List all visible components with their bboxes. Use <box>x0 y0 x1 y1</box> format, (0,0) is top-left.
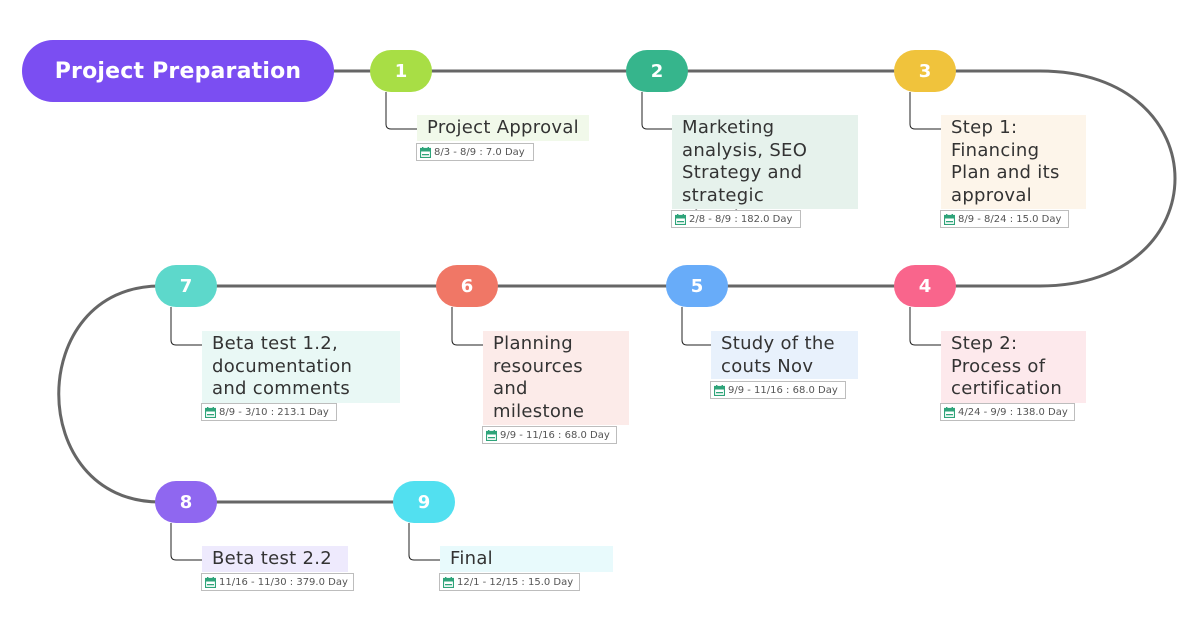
step-dates-2: 2/8 - 8/9 : 182.0 Day <box>671 210 801 228</box>
calendar-icon <box>944 406 955 418</box>
step-label-4[interactable]: Step 2: Process of certification <box>941 331 1086 403</box>
step-number: 8 <box>179 491 193 513</box>
step-node-5[interactable]: 5 <box>666 265 728 307</box>
calendar-icon <box>205 406 216 418</box>
timeline-curve-left <box>57 284 161 504</box>
step-connector-7 <box>170 307 202 346</box>
step-number: 6 <box>460 275 474 297</box>
date-range: 8/9 - 8/24 : 15.0 Day <box>958 213 1062 225</box>
calendar-icon <box>443 576 454 588</box>
step-node-1[interactable]: 1 <box>370 50 432 92</box>
step-connector-9 <box>408 523 440 561</box>
step-label-6[interactable]: Planning resources and milestone <box>483 331 629 425</box>
step-number: 5 <box>690 275 704 297</box>
step-label-8[interactable]: Beta test 2.2 <box>202 546 348 572</box>
calendar-icon <box>205 576 216 588</box>
step-label-1[interactable]: Project Approval <box>417 115 589 141</box>
step-connector-1 <box>385 92 417 130</box>
step-connector-6 <box>451 307 483 346</box>
step-connector-4 <box>909 307 941 346</box>
step-label-9[interactable]: Final adjustment <box>440 546 613 592</box>
calendar-icon <box>420 146 431 158</box>
date-range: 11/16 - 11/30 : 379.0 Day <box>219 576 348 588</box>
date-range: 2/8 - 8/9 : 182.0 Day <box>689 213 793 225</box>
step-node-8[interactable]: 8 <box>155 481 217 523</box>
step-dates-9: 12/1 - 12/15 : 15.0 Day <box>439 573 580 591</box>
date-range: 9/9 - 11/16 : 68.0 Day <box>728 384 838 396</box>
step-dates-7: 8/9 - 3/10 : 213.1 Day <box>201 403 337 421</box>
timeline-diagram: Project Preparation 1 Project Approval 8… <box>0 0 1200 630</box>
date-range: 9/9 - 11/16 : 68.0 Day <box>500 429 610 441</box>
step-number: 9 <box>417 491 431 513</box>
date-range: 4/24 - 9/9 : 138.0 Day <box>958 406 1068 418</box>
step-node-3[interactable]: 3 <box>894 50 956 92</box>
root-topic[interactable]: Project Preparation <box>22 40 334 102</box>
step-dates-1: 8/3 - 8/9 : 7.0 Day <box>416 143 534 161</box>
step-node-2[interactable]: 2 <box>626 50 688 92</box>
step-number: 2 <box>650 60 664 82</box>
step-connector-3 <box>909 92 941 130</box>
calendar-icon <box>486 429 497 441</box>
date-range: 12/1 - 12/15 : 15.0 Day <box>457 576 574 588</box>
calendar-icon <box>675 213 686 225</box>
step-dates-5: 9/9 - 11/16 : 68.0 Day <box>710 381 846 399</box>
step-label-2[interactable]: Marketing analysis, SEO Strategy and str… <box>672 115 858 228</box>
step-connector-5 <box>681 307 711 346</box>
step-dates-6: 9/9 - 11/16 : 68.0 Day <box>482 426 617 444</box>
step-dates-4: 4/24 - 9/9 : 138.0 Day <box>940 403 1075 421</box>
calendar-icon <box>714 384 725 396</box>
step-label-3[interactable]: Step 1: Financing Plan and its approval <box>941 115 1086 209</box>
step-number: 7 <box>179 275 193 297</box>
step-number: 4 <box>918 275 932 297</box>
step-number: 1 <box>394 60 408 82</box>
step-connector-8 <box>170 523 202 561</box>
step-node-7[interactable]: 7 <box>155 265 217 307</box>
step-label-5[interactable]: Study of the couts Nov <box>711 331 858 379</box>
step-number: 3 <box>918 60 932 82</box>
step-connector-2 <box>641 92 672 130</box>
step-node-9[interactable]: 9 <box>393 481 455 523</box>
step-dates-3: 8/9 - 8/24 : 15.0 Day <box>940 210 1069 228</box>
step-node-4[interactable]: 4 <box>894 265 956 307</box>
step-dates-8: 11/16 - 11/30 : 379.0 Day <box>201 573 354 591</box>
date-range: 8/3 - 8/9 : 7.0 Day <box>434 146 525 158</box>
date-range: 8/9 - 3/10 : 213.1 Day <box>219 406 329 418</box>
step-label-7[interactable]: Beta test 1.2, documentation and comment… <box>202 331 400 403</box>
step-node-6[interactable]: 6 <box>436 265 498 307</box>
calendar-icon <box>944 213 955 225</box>
